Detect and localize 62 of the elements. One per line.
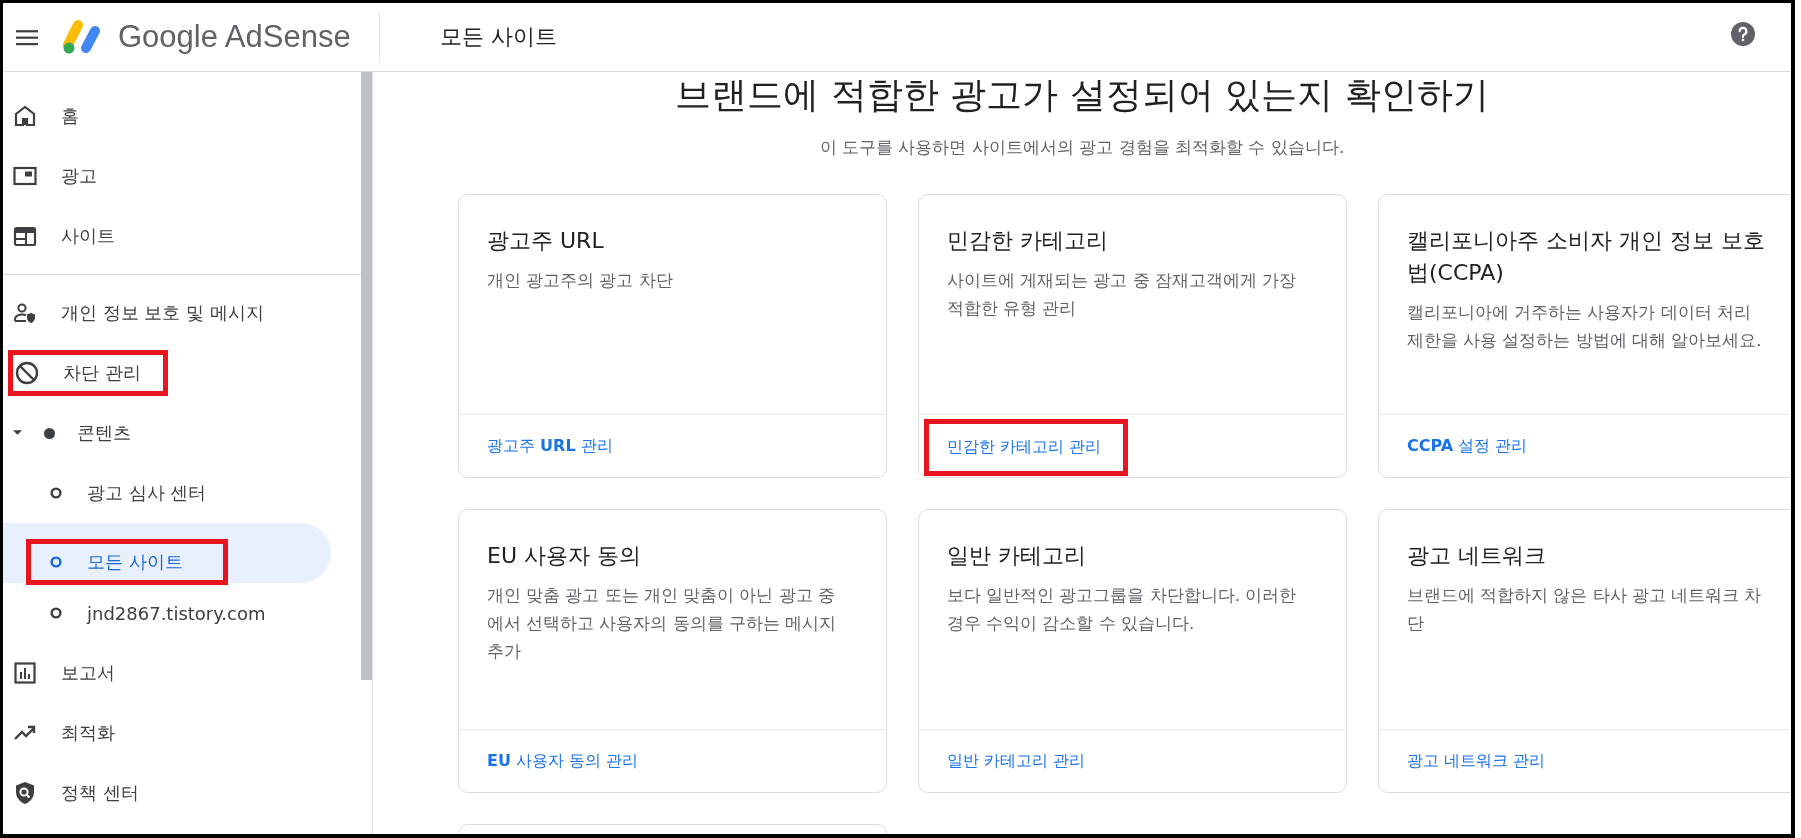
card-title: 민감한 카테고리 [947, 227, 1109, 255]
caret-icon [13, 430, 22, 436]
nav-label: 콘텐츠 [77, 421, 131, 445]
page-heading: 브랜드에 적합한 광고가 설정되어 있는지 확인하기 [675, 73, 1489, 117]
card-title: 광고주 URL [487, 227, 605, 255]
card-title: EU 사용자 동의 [487, 542, 642, 570]
nav-item[interactable]: 최적화 [3, 703, 361, 763]
menu-icon[interactable] [16, 28, 38, 46]
nav-subitem[interactable]: 광고 심사 센터 [3, 463, 361, 523]
nav-subitem[interactable]: jnd2867.tistory.com [3, 583, 361, 643]
card-link[interactable]: EU 사용자 동의 관리 [487, 750, 639, 772]
product-name: Google AdSense [118, 19, 351, 55]
card-title: 광고 네트워크 [1407, 542, 1547, 570]
nav-label: 광고 [61, 164, 97, 188]
card-description: 캘리포니아에 거주하는 사용자가 데이터 처리 제한을 사용 설정하는 방법에 대해 알아보세요. [1407, 302, 1763, 352]
nav-label: 모든 사이트 [87, 550, 183, 574]
nav-item[interactable]: 차단 관리 [3, 343, 361, 403]
ad-frame-icon [13, 164, 37, 188]
nav-subitem[interactable]: 모든 사이트 [3, 523, 331, 583]
nav-item[interactable]: 홈 [3, 86, 361, 146]
block-icon [15, 361, 39, 385]
dot-icon [44, 427, 55, 439]
nav-item[interactable]: 개인 정보 보호 및 메시지 [3, 283, 361, 343]
card-title: 일반 카테고리 [947, 542, 1087, 570]
scrollbar-thumb[interactable] [361, 72, 372, 680]
card-description: 개인 맞춤 광고 또는 개인 맞춤이 아닌 광고 중에서 선택하고 사용자의 동의를 구하는 메시지 추가 [487, 585, 838, 663]
page-subtitle: 이 도구를 사용하면 사이트에서의 광고 경험을 최적화할 수 있습니다. [819, 136, 1345, 159]
nav-label: 광고 심사 센터 [87, 481, 207, 505]
page-title: 모든 사이트 [439, 23, 557, 51]
nav-label: 최적화 [61, 721, 115, 745]
nav-group[interactable]: 콘텐츠 [3, 403, 361, 463]
card-link[interactable]: 일반 카테고리 관리 [947, 750, 1086, 772]
person-shield-icon [13, 301, 37, 325]
nav-item[interactable]: 광고 [3, 146, 361, 206]
card-description: 브랜드에 적합하지 않은 타사 광고 네트워크 차단 [1407, 585, 1763, 635]
help-icon[interactable] [1731, 22, 1755, 46]
nav-label: 홈 [61, 104, 79, 128]
nav-item[interactable]: 보고서 [3, 643, 361, 703]
card-link[interactable]: CCPA 설정 관리 [1407, 435, 1528, 457]
shield-search-icon [13, 781, 37, 805]
card-description: 사이트에 게재되는 광고 중 잠재고객에게 가장 적합한 유형 관리 [947, 270, 1298, 320]
bar-chart-icon [13, 661, 37, 685]
circle-icon [50, 607, 62, 619]
nav-item[interactable]: 정책 센터 [3, 763, 361, 823]
nav-label: 정책 센터 [61, 781, 139, 805]
circle-icon [50, 487, 62, 499]
circle-icon [50, 556, 62, 568]
nav-label: jnd2867.tistory.com [87, 602, 266, 624]
logo-icon [62, 19, 102, 55]
nav-label: 차단 관리 [63, 361, 141, 385]
nav-item[interactable]: 사이트 [3, 206, 361, 266]
nav-label: 보고서 [61, 661, 115, 685]
card-title: 캘리포니아주 소비자 개인 정보 보호법(CCPA) [1407, 227, 1766, 287]
card-link[interactable]: 민감한 카테고리 관리 [947, 436, 1102, 458]
card-link[interactable]: 광고주 URL 관리 [487, 435, 613, 457]
card-description: 보다 일반적인 광고그룹을 차단합니다. 이러한 경우 수익이 감소할 수 있습니다. [947, 585, 1298, 635]
nav-label: 사이트 [61, 224, 115, 248]
layout-icon [13, 224, 37, 248]
card-description: 개인 광고주의 광고 차단 [487, 270, 674, 292]
nav-label: 개인 정보 보호 및 메시지 [61, 301, 264, 325]
home-icon [13, 104, 37, 128]
card-link[interactable]: 광고 네트워크 관리 [1407, 750, 1546, 772]
